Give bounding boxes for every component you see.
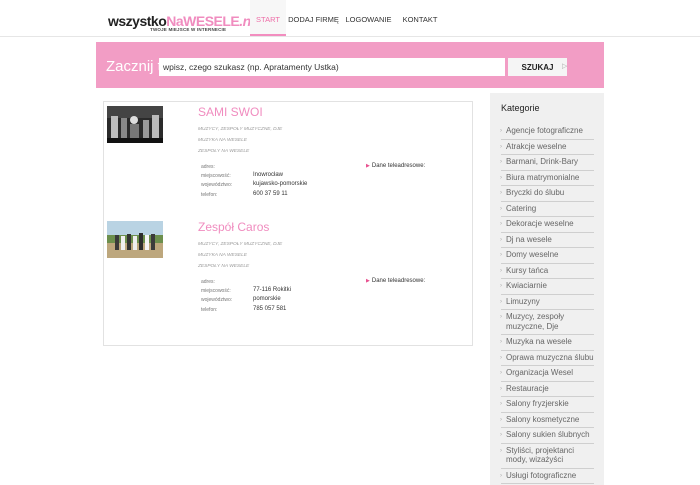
category-item[interactable]: › Biura matrymonialne xyxy=(500,171,594,186)
chevron-right-icon: › xyxy=(500,267,502,274)
result-category[interactable]: ZESPOŁY NA WESELE xyxy=(198,149,249,154)
chevron-right-icon: › xyxy=(500,447,502,454)
result-title[interactable]: Zespół Caros xyxy=(198,220,269,234)
category-item[interactable]: › Muzycy, zespoły muzyczne, Dje xyxy=(500,310,594,335)
category-item[interactable]: › Limuzyny xyxy=(500,295,594,310)
chevron-right-icon: › xyxy=(500,432,502,438)
category-item[interactable]: › Dekoracje weselne xyxy=(500,217,594,233)
nav-start[interactable]: START xyxy=(250,0,286,36)
category-item[interactable]: › Catering xyxy=(500,202,594,217)
chevron-right-icon: › xyxy=(500,283,502,289)
category-item[interactable]: › Bryczki do ślubu xyxy=(500,186,594,202)
city-value: 77-116 Rokitki xyxy=(253,287,291,293)
category-list: › Agencje fotograficzne › Atrakcje weselne… xyxy=(500,124,594,484)
chevron-right-icon: › xyxy=(500,128,502,134)
category-item[interactable]: › Dj na wesele xyxy=(500,233,594,248)
chevron-right-icon: › xyxy=(500,416,502,423)
category-item[interactable]: › Muzyka na wesele xyxy=(500,335,594,351)
chevron-right-icon: › xyxy=(500,236,502,243)
result-category[interactable]: MUZYCY, ZESPOŁY MUZYCZNE, DJE xyxy=(198,242,282,247)
chevron-right-icon: › xyxy=(500,174,502,181)
category-item[interactable]: › Oprawa muzyczna ślubu xyxy=(500,351,594,366)
phone-value: 785 057 581 xyxy=(253,306,287,312)
category-item[interactable]: › Styliści, projektanci mody, wizażyści xyxy=(500,444,594,469)
chevron-right-icon: ▷ xyxy=(562,63,568,70)
contact-details-link[interactable]: ▶ Dane teleadresowe: xyxy=(366,163,425,169)
region-value: pomorskie xyxy=(253,296,281,302)
band-photo-image xyxy=(107,221,163,258)
category-item[interactable]: › Atrakcje weselne xyxy=(500,140,594,155)
chevron-right-icon: › xyxy=(500,190,502,196)
nav-login[interactable]: LOGOWANIE xyxy=(341,0,396,36)
chevron-right-icon: › xyxy=(500,252,502,258)
result-title[interactable]: SAMI SWOI xyxy=(198,105,263,119)
region-value: kujawsko-pomorskie xyxy=(253,181,308,187)
result-category[interactable]: MUZYCY, ZESPOŁY MUZYCZNE, DJE xyxy=(198,127,282,132)
band-photo-thumbnail[interactable] xyxy=(107,106,163,143)
category-item[interactable]: › Salony sukien ślubnych xyxy=(500,428,594,444)
category-item[interactable]: › Kwiaciarnie xyxy=(500,279,594,295)
category-item[interactable]: › Organizacja Wesel xyxy=(500,366,594,382)
results-panel: SAMI SWOI MUZYCY, ZESPOŁY MUZYCZNE, DJE … xyxy=(103,101,473,346)
chevron-right-icon: › xyxy=(500,472,502,479)
logo-tagline: TWOJE MIEJSCE W INTERNECIE xyxy=(150,27,227,32)
chevron-right-icon: › xyxy=(500,221,502,227)
chevron-right-icon: › xyxy=(500,339,502,345)
nav-contact[interactable]: KONTAKT xyxy=(396,0,444,36)
result-category[interactable]: ZESPOŁY NA WESELE xyxy=(198,264,249,269)
category-item[interactable]: › Domy weselne xyxy=(500,248,594,264)
chevron-right-icon: › xyxy=(500,159,502,165)
chevron-right-icon: › xyxy=(500,298,502,305)
phone-label: telefon: xyxy=(201,192,218,198)
chevron-right-icon: › xyxy=(500,370,502,376)
category-item[interactable]: › Barmani, Drink-Bary xyxy=(500,155,594,171)
triangle-right-icon: ▶ xyxy=(366,163,370,169)
result-category[interactable]: MUZYKA NA WESELE xyxy=(198,138,247,143)
chevron-right-icon: › xyxy=(500,354,502,361)
category-item[interactable]: › Agencje fotograficzne xyxy=(500,124,594,140)
sidebar-title: Kategorie xyxy=(501,103,540,113)
band-photo-thumbnail[interactable] xyxy=(107,221,163,258)
category-item[interactable]: › Usługi fotograficzne xyxy=(500,469,594,484)
category-item[interactable]: › Salony fryzjerskie xyxy=(500,397,594,413)
search-button[interactable]: SZUKAJ xyxy=(508,58,567,76)
main-nav: START DODAJ FIRMĘ LOGOWANIE KONTAKT xyxy=(250,0,444,36)
triangle-right-icon: ▶ xyxy=(366,278,370,284)
contact-details-link[interactable]: ▶ Dane teleadresowe: xyxy=(366,278,425,284)
region-label: województwo: xyxy=(201,182,233,188)
phone-label: telefon: xyxy=(201,307,218,313)
chevron-right-icon: › xyxy=(500,385,502,392)
category-item[interactable]: › Salony kosmetyczne xyxy=(500,413,594,428)
site-header: wszystkoNaWESELE.net TWOJE MIEJSCE W INT… xyxy=(0,0,700,37)
chevron-right-icon: › xyxy=(500,143,502,150)
categories-sidebar: Kategorie › Agencje fotograficzne › Atrakc… xyxy=(490,93,604,485)
address-label: adres: xyxy=(201,279,215,285)
nav-add-company[interactable]: DODAJ FIRMĘ xyxy=(286,0,341,36)
address-label: adres: xyxy=(201,164,215,170)
search-bar: Zacznij tu SZUKAJ ▷ xyxy=(96,42,604,88)
search-input[interactable] xyxy=(159,58,505,76)
chevron-right-icon: › xyxy=(500,314,502,320)
city-label: miejscowość: xyxy=(201,173,231,179)
city-label: miejscowość: xyxy=(201,288,231,294)
region-label: województwo: xyxy=(201,297,233,303)
category-item[interactable]: › Restauracje xyxy=(500,382,594,397)
result-category[interactable]: MUZYKA NA WESELE xyxy=(198,253,247,258)
phone-value: 600 37 59 11 xyxy=(253,191,288,197)
chevron-right-icon: › xyxy=(500,401,502,407)
chevron-right-icon: › xyxy=(500,205,502,212)
category-item[interactable]: › Kursy tańca xyxy=(500,264,594,279)
city-value: Inowrocław xyxy=(253,172,284,178)
band-photo-image xyxy=(107,106,163,143)
